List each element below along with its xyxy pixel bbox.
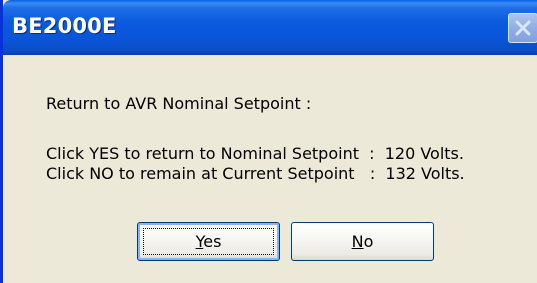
- message-heading: Return to AVR Nominal Setpoint :: [46, 94, 312, 113]
- close-icon: [515, 20, 531, 36]
- title-bar[interactable]: BE2000E: [3, 0, 537, 55]
- no-label-rest: o: [363, 232, 374, 251]
- message-yes-line: Click YES to return to Nominal Setpoint …: [46, 144, 464, 163]
- message-no-line: Click NO to remain at Current Setpoint :…: [46, 164, 465, 183]
- no-button[interactable]: No: [291, 222, 434, 261]
- yes-label-rest: es: [203, 232, 222, 251]
- close-button[interactable]: [508, 13, 537, 43]
- no-button-label: No: [352, 232, 374, 251]
- yes-button[interactable]: Yes: [137, 222, 280, 261]
- no-mnemonic: N: [351, 232, 364, 251]
- message-dialog: BE2000E Return to AVR Nominal Setpoint :…: [0, 0, 537, 283]
- yes-button-label: Yes: [196, 232, 222, 251]
- window-title: BE2000E: [12, 14, 117, 38]
